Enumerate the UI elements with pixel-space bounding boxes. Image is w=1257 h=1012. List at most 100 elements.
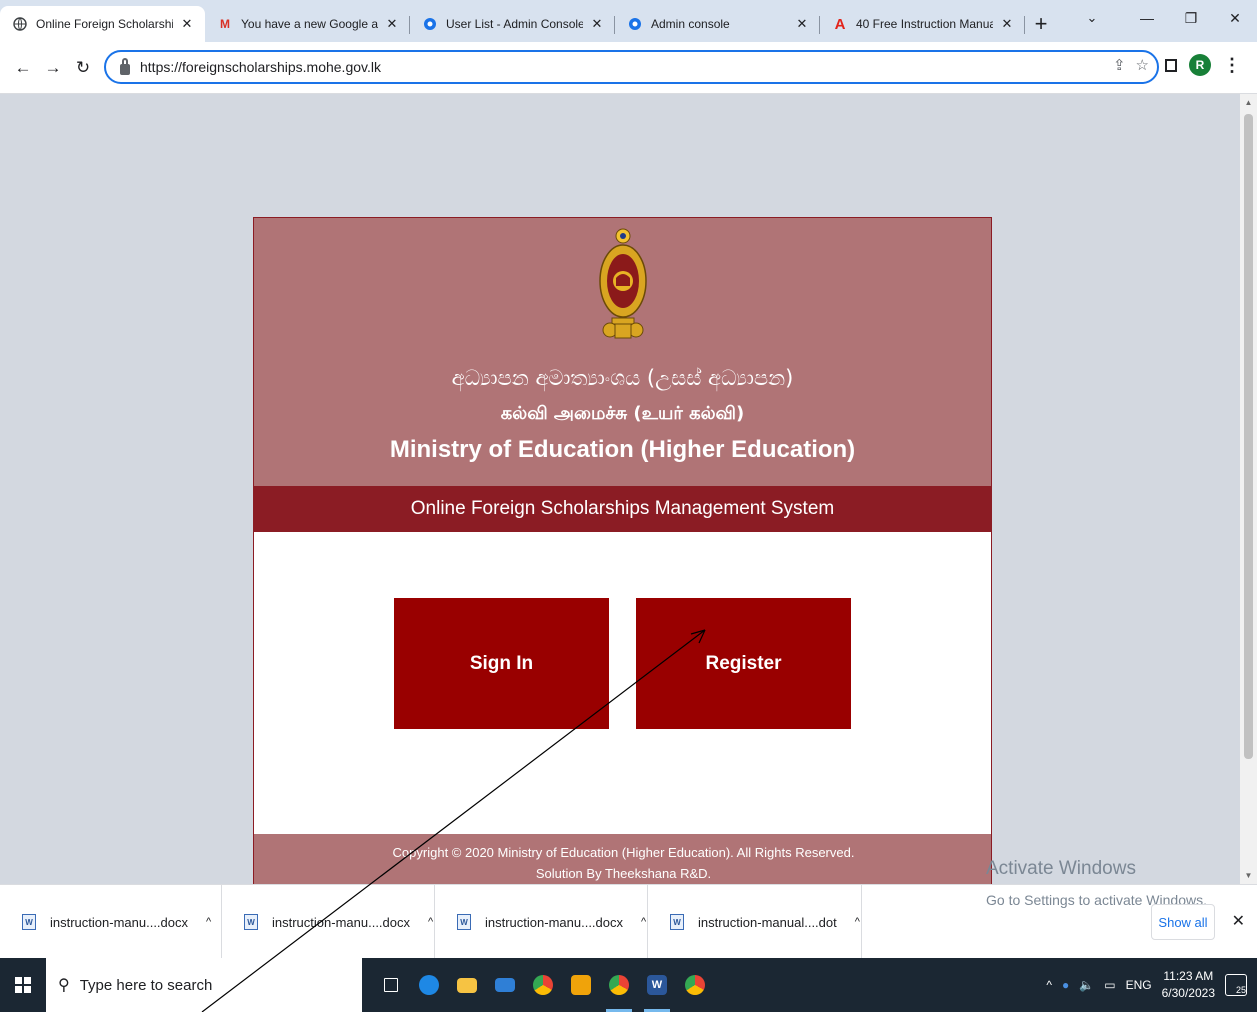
downloads-shelf: W instruction-manu....docx ^ W instructi… xyxy=(0,884,1257,959)
tab-title: Online Foreign Scholarships I xyxy=(36,17,173,31)
chevron-up-icon[interactable]: ^ xyxy=(206,916,211,928)
admin-icon xyxy=(422,16,438,32)
address-bar[interactable]: https://foreignscholarships.mohe.gov.lk … xyxy=(104,50,1159,84)
tray-chevron-icon[interactable]: ^ xyxy=(1046,978,1052,992)
search-icon: ⚲ xyxy=(58,977,70,994)
taskbar-search[interactable]: ⚲ Type here to search xyxy=(46,958,362,1012)
sinhala-title: අධ්‍යාපන අමාත්‍යාංශය (උසස් අධ්‍යාපන) xyxy=(451,366,794,390)
download-item[interactable]: W instruction-manu....docx ^ xyxy=(435,885,648,959)
tab-title: Admin console xyxy=(651,17,730,31)
reload-icon[interactable]: ↻ xyxy=(68,53,98,83)
word-doc-icon: W xyxy=(244,914,258,930)
share-icon[interactable]: ⇪ xyxy=(1113,56,1126,74)
tab-search-icon[interactable]: ⌄ xyxy=(1077,0,1107,36)
scroll-down-icon[interactable]: ▼ xyxy=(1240,871,1257,880)
forward-icon[interactable]: → xyxy=(38,53,68,83)
close-tab-icon[interactable]: ✕ xyxy=(794,16,810,32)
close-shelf-icon[interactable]: ✕ xyxy=(1232,911,1245,931)
download-item[interactable]: W instruction-manu....docx ^ xyxy=(0,885,222,959)
tab-instruction-manual[interactable]: A 40 Free Instruction Manual T ✕ xyxy=(820,6,1025,42)
edge-icon[interactable] xyxy=(410,958,448,1012)
menu-kebab-icon[interactable]: ⋮ xyxy=(1223,55,1241,76)
tab-title: User List - Admin Console xyxy=(446,17,583,31)
windows-logo-icon xyxy=(15,977,31,993)
admin-icon xyxy=(627,16,643,32)
card-header: අධ්‍යාපන අමාත්‍යාංශය (උසස් අධ්‍යාපන) கல்… xyxy=(254,218,991,486)
register-button[interactable]: Register xyxy=(636,598,851,729)
volume-icon[interactable]: 🔈 xyxy=(1079,978,1094,992)
notification-center-icon[interactable]: 25 xyxy=(1225,974,1247,996)
side-panel-icon[interactable] xyxy=(1165,58,1177,72)
restore-icon[interactable]: ❐ xyxy=(1169,0,1213,36)
copyright-text: Copyright © 2020 Ministry of Education (… xyxy=(392,845,855,860)
acrobat-icon: A xyxy=(834,15,846,33)
url-text: https://foreignscholarships.mohe.gov.lk xyxy=(140,59,381,75)
close-tab-icon[interactable]: ✕ xyxy=(589,16,605,32)
bookmark-star-icon[interactable]: ☆ xyxy=(1136,56,1149,74)
windows-taskbar: ⚲ Type here to search W ^ ● 🔈 ▭ ENG 11:2… xyxy=(0,958,1257,1012)
word-doc-icon: W xyxy=(22,914,36,930)
download-filename: instruction-manu....docx xyxy=(485,914,624,930)
system-name-bar: Online Foreign Scholarships Management S… xyxy=(254,486,991,532)
system-tray: ^ ● 🔈 ▭ ENG 11:23 AM 6/30/2023 25 xyxy=(1046,958,1247,1012)
tab-user-list[interactable]: User List - Admin Console ✕ xyxy=(410,6,615,42)
clock-date: 6/30/2023 xyxy=(1161,986,1215,1000)
chrome-other-profile-icon[interactable] xyxy=(676,958,714,1012)
taskbar-apps: W xyxy=(372,958,714,1012)
tamil-title: கல்வி அமைச்சு (உயர் கல்வி) xyxy=(500,403,745,424)
lock-icon xyxy=(120,57,130,75)
scroll-up-icon[interactable]: ▲ xyxy=(1240,98,1257,107)
window-controls: — ❐ ✕ xyxy=(1125,0,1257,36)
file-explorer-icon[interactable] xyxy=(448,958,486,1012)
search-placeholder: Type here to search xyxy=(79,976,213,994)
tab-gmail[interactable]: M You have a new Google acco ✕ xyxy=(205,6,410,42)
scroll-thumb[interactable] xyxy=(1244,114,1253,759)
task-view-icon[interactable] xyxy=(372,958,410,1012)
tab-title: 40 Free Instruction Manual T xyxy=(856,17,993,31)
chevron-up-icon[interactable]: ^ xyxy=(641,916,646,928)
sign-in-button[interactable]: Sign In xyxy=(394,598,609,729)
chrome-icon[interactable] xyxy=(524,958,562,1012)
show-all-button[interactable]: Show all xyxy=(1151,904,1215,940)
close-tab-icon[interactable]: ✕ xyxy=(179,16,195,32)
card-footer: Copyright © 2020 Ministry of Education (… xyxy=(254,834,991,884)
tab-admin-console[interactable]: Admin console ✕ xyxy=(615,6,820,42)
card-body: Sign In Register xyxy=(254,532,991,834)
gmail-icon: M xyxy=(220,17,230,31)
language-indicator[interactable]: ENG xyxy=(1126,978,1152,992)
tab-scholarships[interactable]: Online Foreign Scholarships I ✕ xyxy=(0,6,205,42)
download-filename: instruction-manu....docx xyxy=(272,914,411,930)
close-tab-icon[interactable]: ✕ xyxy=(999,16,1015,32)
tab-title: You have a new Google acco xyxy=(241,17,378,31)
clock-time: 11:23 AM xyxy=(1163,969,1214,983)
download-item[interactable]: W instruction-manu....docx ^ xyxy=(222,885,435,959)
new-tab-button[interactable]: + xyxy=(1025,6,1057,42)
page-scrollbar[interactable]: ▲ ▼ xyxy=(1240,94,1257,884)
clock[interactable]: 11:23 AM 6/30/2023 xyxy=(1162,968,1215,1002)
minimize-icon[interactable]: — xyxy=(1125,0,1169,36)
network-icon[interactable]: ▭ xyxy=(1104,978,1115,992)
tab-strip: Online Foreign Scholarships I ✕ M You ha… xyxy=(0,0,1257,42)
english-title: Ministry of Education (Higher Education) xyxy=(389,436,856,463)
browser-toolbar: ← → ↻ https://foreignscholarships.mohe.g… xyxy=(0,42,1257,94)
close-tab-icon[interactable]: ✕ xyxy=(384,16,400,32)
sri-lanka-emblem xyxy=(598,228,647,339)
profile-avatar[interactable]: R xyxy=(1189,54,1211,76)
download-item[interactable]: W instruction-manual....dot ^ xyxy=(648,885,862,959)
word-template-icon: W xyxy=(670,914,684,930)
word-icon[interactable]: W xyxy=(638,958,676,1012)
back-icon[interactable]: ← xyxy=(8,53,38,83)
store-icon[interactable] xyxy=(562,958,600,1012)
chrome-profile-icon[interactable] xyxy=(600,958,638,1012)
word-doc-icon: W xyxy=(457,914,471,930)
landing-card: අධ්‍යාපන අමාත්‍යාංශය (උසස් අධ්‍යාපන) கல்… xyxy=(253,217,992,885)
security-icon[interactable]: ● xyxy=(1062,978,1069,992)
tab-separator xyxy=(1024,16,1025,34)
close-window-icon[interactable]: ✕ xyxy=(1213,0,1257,36)
download-filename: instruction-manu....docx xyxy=(50,914,189,930)
start-button[interactable] xyxy=(0,958,46,1012)
solution-by-text: Solution By Theekshana R&D. xyxy=(535,866,712,881)
chevron-up-icon[interactable]: ^ xyxy=(855,916,860,928)
chevron-up-icon[interactable]: ^ xyxy=(428,916,433,928)
mail-icon[interactable] xyxy=(486,958,524,1012)
